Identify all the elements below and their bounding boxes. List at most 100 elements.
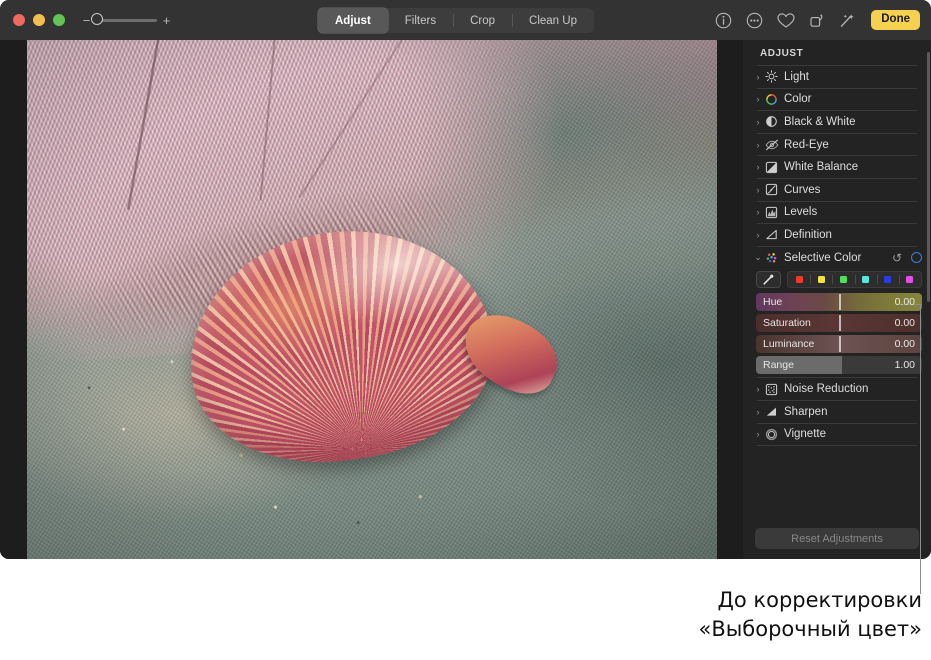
sharpen-icon (764, 404, 779, 419)
chevron-right-icon[interactable]: › (752, 230, 764, 240)
minimize-window-button[interactable] (33, 14, 45, 26)
toolbar-actions: Done (714, 0, 920, 40)
zoom-in-icon[interactable]: + (162, 14, 171, 27)
chevron-right-icon[interactable]: › (752, 162, 764, 172)
slider-hue[interactable]: Hue 0.00 (756, 293, 922, 312)
traffic-lights (13, 14, 65, 26)
chevron-right-icon[interactable]: › (752, 117, 764, 127)
white-balance-icon (764, 160, 779, 175)
levels-icon (764, 205, 779, 220)
color-wheel-icon (764, 92, 779, 107)
sidebar-item-label: Noise Reduction (784, 383, 869, 396)
maximize-window-button[interactable] (53, 14, 65, 26)
rotate-icon[interactable] (807, 11, 826, 30)
enable-toggle-ring-icon[interactable] (911, 252, 922, 264)
curves-icon (764, 182, 779, 197)
chevron-right-icon[interactable]: › (752, 429, 764, 439)
chevron-right-icon[interactable]: › (752, 94, 764, 104)
photo-canvas (0, 40, 743, 559)
slider-value: 0.00 (894, 338, 915, 351)
photo-preview[interactable] (27, 40, 717, 559)
chevron-right-icon[interactable]: › (752, 72, 764, 82)
sidebar-item-label: Color (784, 93, 812, 106)
slider-thumb[interactable] (839, 294, 841, 311)
sidebar-item-curves[interactable]: › Curves (743, 179, 931, 201)
sidebar-item-label: Light (784, 70, 809, 83)
sidebar-item-black-and-white[interactable]: › Black & White (743, 111, 931, 133)
close-window-button[interactable] (13, 14, 25, 26)
sidebar-title: ADJUST (760, 48, 804, 59)
swatch-cyan[interactable] (854, 272, 877, 287)
sidebar-item-color[interactable]: › Color (743, 89, 931, 111)
eyedropper-icon[interactable] (756, 271, 781, 289)
sidebar-item-label: Selective Color (784, 251, 862, 264)
vignette-icon (764, 427, 779, 442)
caption-line-1: До корректировки (717, 588, 923, 612)
slider-thumb[interactable] (839, 315, 841, 332)
selective-color-controls: ↺ (892, 252, 922, 264)
sidebar-item-levels[interactable]: › Levels (743, 202, 931, 224)
slider-value: 0.00 (894, 317, 915, 330)
tab-clean-up[interactable]: Clean Up (512, 8, 594, 33)
slider-label: Saturation (763, 317, 811, 330)
favorite-heart-icon[interactable] (776, 11, 795, 30)
slider-range[interactable]: Range 1.00 (756, 356, 922, 375)
slider-luminance[interactable]: Luminance 0.00 (756, 335, 922, 354)
sidebar-item-white-balance[interactable]: › White Balance (743, 156, 931, 178)
slider-value: 1.00 (894, 359, 915, 372)
slider-label: Luminance (763, 338, 815, 351)
sidebar-item-light[interactable]: › Light (743, 66, 931, 88)
chevron-down-icon[interactable]: ⌄ (752, 252, 764, 263)
photo-vignette-overlay (27, 40, 717, 559)
chevron-right-icon[interactable]: › (752, 140, 764, 150)
screenshot-root: − + Adjust Filters Crop Clean Up Done AD… (0, 0, 931, 660)
zoom-slider-knob[interactable] (91, 13, 103, 25)
swatch-magenta[interactable] (898, 272, 921, 287)
swatch-blue[interactable] (876, 272, 899, 287)
eye-slash-icon (764, 137, 779, 152)
sidebar-item-label: Definition (784, 228, 832, 241)
caption-line-2: «Выборочный цвет» (698, 617, 922, 641)
contrast-circle-icon (764, 114, 779, 129)
done-button[interactable]: Done (871, 9, 920, 31)
zoom-slider-control[interactable]: − + (82, 13, 171, 27)
selective-color-dots-icon (764, 250, 779, 265)
chevron-right-icon[interactable]: › (752, 384, 764, 394)
divider (757, 445, 917, 447)
sidebar-item-selective-color[interactable]: ⌄ Selective Color ↺ (743, 247, 931, 269)
chevron-right-icon[interactable]: › (752, 407, 764, 417)
swatch-red[interactable] (788, 272, 810, 287)
chevron-right-icon[interactable]: › (752, 185, 764, 195)
sidebar-scrollbar[interactable] (926, 52, 930, 302)
zoom-slider-track[interactable] (91, 13, 157, 25)
slider-thumb[interactable] (839, 336, 841, 353)
noise-reduction-icon (764, 382, 779, 397)
brightness-icon (764, 69, 779, 84)
more-options-icon[interactable] (745, 11, 764, 30)
chevron-right-icon[interactable]: › (752, 207, 764, 217)
tab-crop[interactable]: Crop (453, 8, 512, 33)
auto-enhance-wand-icon[interactable] (838, 11, 857, 30)
color-swatches (787, 271, 922, 289)
edit-mode-tabs: Adjust Filters Crop Clean Up (318, 8, 594, 33)
sidebar-item-label: Black & White (784, 115, 856, 128)
sidebar-item-label: Vignette (784, 428, 826, 441)
swatch-green[interactable] (832, 272, 854, 287)
photos-editor-window: − + Adjust Filters Crop Clean Up Done AD… (0, 0, 931, 559)
reset-arrow-icon[interactable]: ↺ (892, 252, 902, 264)
tab-adjust[interactable]: Adjust (318, 8, 388, 33)
reset-adjustments-button[interactable]: Reset Adjustments (755, 528, 919, 549)
tab-filters[interactable]: Filters (388, 8, 453, 33)
slider-value: 0.00 (894, 296, 915, 309)
slider-label: Hue (763, 296, 783, 309)
sidebar-item-label: White Balance (784, 161, 859, 174)
sidebar-item-red-eye[interactable]: › Red-Eye (743, 134, 931, 156)
slider-saturation[interactable]: Saturation 0.00 (756, 314, 922, 333)
sidebar-item-label: Sharpen (784, 405, 828, 418)
sidebar-item-definition[interactable]: › Definition (743, 224, 931, 246)
zoom-out-icon[interactable]: − (82, 14, 91, 27)
info-icon[interactable] (714, 11, 733, 30)
definition-triangle-icon (764, 227, 779, 242)
swatch-yellow[interactable] (810, 272, 832, 287)
sidebar-item-label: Red-Eye (784, 138, 829, 151)
